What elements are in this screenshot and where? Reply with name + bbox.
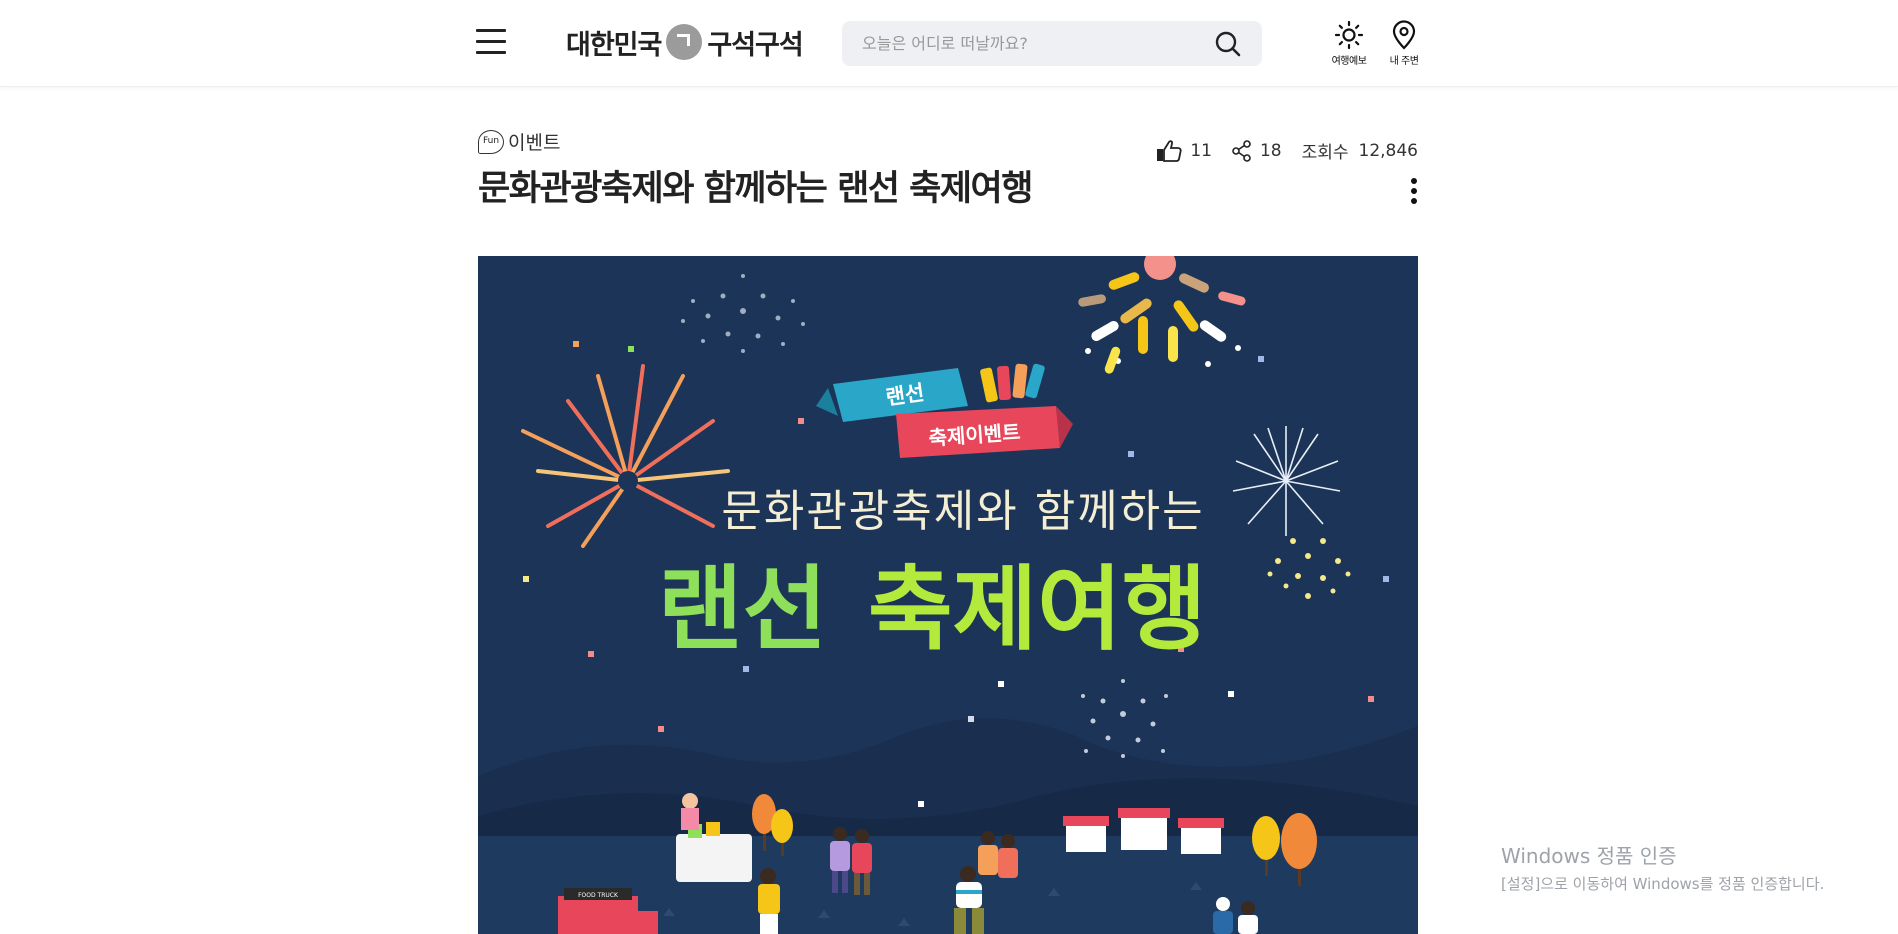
thumbs-up-icon xyxy=(1157,139,1182,162)
travel-forecast-button[interactable]: 여행예보 xyxy=(1327,20,1371,67)
search-bar xyxy=(842,21,1262,66)
banner-headline: 문화관광축제와 함께하는 xyxy=(721,486,1204,537)
more-options-icon[interactable] xyxy=(1409,178,1419,208)
view-count-stat: 조회수 12,846 xyxy=(1301,138,1418,164)
banner-illustration: 랜선 축제이벤트 문화관광축제와 함께하는 랜선 축제여행 FOOD TRUCK xyxy=(478,256,1418,934)
site-header: 대한민국 구석구석 여행예보 내 주변 xyxy=(0,0,1898,87)
logo-text-right: 구석구석 xyxy=(707,29,803,61)
category-label: 이벤트 xyxy=(508,132,561,154)
share-button[interactable]: 18 xyxy=(1232,139,1282,162)
watermark-subtitle: [설정]으로 이동하여 Windows를 정품 인증합니다. xyxy=(1501,875,1825,893)
nearby-label: 내 주변 xyxy=(1389,56,1419,67)
hamburger-menu-icon[interactable] xyxy=(476,29,506,57)
banner-title-right: 축제여행 xyxy=(868,556,1207,663)
sun-icon xyxy=(1334,20,1364,50)
like-count: 11 xyxy=(1190,140,1212,161)
event-banner-image: 랜선 축제이벤트 문화관광축제와 함께하는 랜선 축제여행 FOOD TRUCK xyxy=(478,256,1418,934)
nearby-button[interactable]: 내 주변 xyxy=(1382,20,1426,67)
share-count: 18 xyxy=(1259,140,1282,161)
firework-dots-top xyxy=(681,274,805,353)
firework-colorful-top-right xyxy=(1078,256,1246,374)
fun-badge-icon: Fun xyxy=(478,129,504,154)
like-button[interactable]: 11 xyxy=(1156,139,1212,163)
location-pin-icon xyxy=(1392,20,1416,50)
food-truck-sign: FOOD TRUCK xyxy=(578,892,619,899)
search-icon[interactable] xyxy=(1214,30,1242,58)
article-title: 문화관광축제와 함께하는 랜선 축제여행 xyxy=(478,169,1033,209)
article-stats: 11 18 조회수 12,846 xyxy=(1136,138,1418,163)
firecrackers-icon xyxy=(980,363,1045,403)
logo-text-left: 대한민국 xyxy=(566,29,662,61)
share-icon xyxy=(1232,139,1251,162)
firework-dots-yellow xyxy=(1267,538,1351,599)
travel-forecast-label: 여행예보 xyxy=(1331,56,1367,67)
site-logo[interactable]: 대한민국 구석구석 xyxy=(566,22,804,62)
view-count-label: 조회수 xyxy=(1301,143,1349,163)
watermark-title: Windows 정품 인증 xyxy=(1501,844,1677,868)
firework-burst-left xyxy=(521,364,730,548)
windows-activation-watermark: Windows 정품 인증 [설정]으로 이동하여 Windows를 정품 인증… xyxy=(1501,840,1824,894)
firework-burst-right xyxy=(1232,426,1341,536)
search-input[interactable] xyxy=(862,34,1214,53)
article-category: Fun 이벤트 xyxy=(478,128,560,155)
banner-title-left: 랜선 xyxy=(658,556,827,663)
ribbon-bottom: 축제이벤트 xyxy=(896,406,1073,458)
logo-mark-icon xyxy=(666,24,703,60)
view-count: 12,846 xyxy=(1358,140,1418,161)
